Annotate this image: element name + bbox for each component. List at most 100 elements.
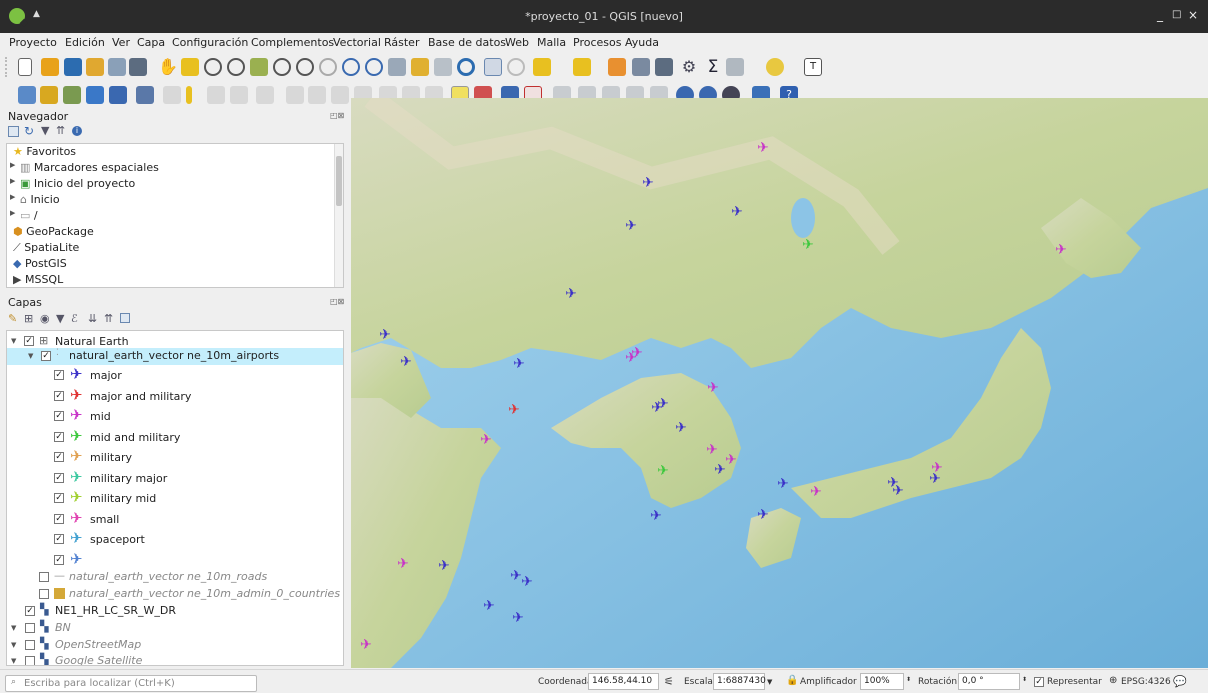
statistics-icon[interactable]: Σ [704,58,722,76]
collapse-arrow-icon[interactable]: ▼ [11,337,16,345]
airport-marker-icon[interactable]: ✈ [757,508,769,522]
dock-float-close-icon[interactable]: ◰⊠ [330,111,344,120]
airport-marker-icon[interactable]: ✈ [714,463,726,477]
category-checkbox[interactable]: ✓ [54,411,64,421]
legend-category[interactable]: ✓ ✈ major [7,366,343,385]
info-icon[interactable]: i [72,126,82,136]
lock-icon[interactable]: 🔒 [786,675,798,686]
airport-marker-icon[interactable]: ✈ [810,485,822,499]
zoom-last-icon[interactable] [342,58,360,76]
save-edits-icon[interactable] [207,86,225,104]
airport-marker-icon[interactable]: ✈ [731,205,743,219]
select-by-value-icon[interactable] [573,58,591,76]
visibility-icon[interactable]: ◉ [40,312,50,325]
legend-category[interactable]: ✓ ✈ spaceport [7,530,343,549]
messages-icon[interactable]: 💬 [1173,675,1187,688]
zoom-native-icon[interactable] [319,58,337,76]
save-project-icon[interactable] [64,58,82,76]
menu-configuracion[interactable]: Configuración [172,36,248,49]
layer-google-satellite[interactable]: ▼ ▚ Google Satellite [7,653,343,665]
scale-dropdown-icon[interactable]: ▼ [767,678,772,686]
globe-crs-icon[interactable]: ⊕ [1109,675,1117,686]
menu-raster[interactable]: Ráster [384,36,419,49]
text-annotation-icon[interactable]: T [804,58,822,76]
add-group-icon[interactable]: ⊞ [24,312,33,325]
category-checkbox[interactable]: ✓ [54,370,64,380]
refresh-icon[interactable] [457,58,475,76]
layer-bn[interactable]: ▼ ▚ BN [7,620,343,636]
airport-marker-icon[interactable]: ✈ [1055,243,1067,257]
edit-pencil-icon[interactable] [163,86,181,104]
category-checkbox[interactable]: ✓ [54,472,64,483]
style-manager-icon[interactable] [129,58,147,76]
airport-marker-icon[interactable]: ✈ [400,355,412,369]
menu-base-de-datos[interactable]: Base de datos [428,36,506,49]
menu-vectorial[interactable]: Vectorial [333,36,381,49]
zoom-to-layer-icon[interactable] [296,58,314,76]
menu-malla[interactable]: Malla [537,36,566,49]
airport-marker-icon[interactable]: ✈ [565,287,577,301]
category-checkbox[interactable]: ✓ [54,431,64,442]
refresh-icon[interactable]: ↻ [24,124,34,138]
collapse-all-icon[interactable]: ⇈ [56,124,65,137]
airport-marker-icon[interactable]: ✈ [657,397,669,411]
airport-marker-icon[interactable]: ✈ [725,453,737,467]
category-checkbox[interactable]: ✓ [54,513,64,524]
zoom-in-icon[interactable] [204,58,222,76]
menu-edicion[interactable]: Edición [65,36,105,49]
layout-manager-icon[interactable] [108,58,126,76]
airport-marker-icon[interactable]: ✈ [521,575,533,589]
collapse-all-icon[interactable]: ⇈ [104,312,113,325]
browser-item-favoritos[interactable]: ★ Favoritos [13,145,76,161]
layer-checkbox[interactable] [25,623,35,633]
menu-proyecto[interactable]: Proyecto [9,36,57,49]
airport-marker-icon[interactable]: ✈ [510,569,522,583]
airport-marker-icon[interactable]: ✈ [480,433,492,447]
airport-marker-icon[interactable]: ✈ [707,381,719,395]
airport-marker-icon[interactable]: ✈ [483,599,495,613]
menu-ayuda[interactable]: Ayuda [625,36,659,49]
cut-features-icon[interactable] [331,86,349,104]
airport-marker-icon[interactable]: ✈ [438,559,450,573]
layer-checkbox[interactable] [25,640,35,650]
menu-procesos[interactable]: Procesos [573,36,621,49]
airport-marker-icon[interactable]: ✈ [379,328,391,342]
legend-category[interactable]: ✓ ✈ mid and military [7,428,343,447]
airport-marker-icon[interactable]: ✈ [757,141,769,155]
expand-arrow-icon[interactable]: ▶ [10,177,15,185]
airport-marker-icon[interactable]: ✈ [887,476,899,490]
layer-osm[interactable]: ▼ ▚ OpenStreetMap [7,637,343,653]
browser-item-spatialite[interactable]: ⟋ SpatiaLite [13,241,79,257]
expand-arrow-icon[interactable]: ▶ [10,193,15,201]
pan-icon[interactable]: ✋ [158,58,178,76]
layer-checkbox[interactable] [39,572,49,582]
legend-category[interactable]: ✓ ✈ military major [7,469,343,488]
airport-marker-icon[interactable]: ✈ [777,477,789,491]
collapse-arrow-icon[interactable]: ▼ [28,352,33,360]
style-panel-icon[interactable]: ✎ [8,312,17,325]
browser-item-inicio[interactable]: ▶ ⌂ Inicio [10,193,60,209]
select-features-icon[interactable] [533,58,551,76]
browser-item-mssql[interactable]: ▶ MSSQL [13,273,63,287]
toggle-extents-icon[interactable]: ⚟ [664,675,674,688]
data-source-manager-icon[interactable] [18,86,36,104]
layer-checkbox[interactable]: ✓ [24,336,34,346]
crs-button[interactable]: EPSG:4326 [1121,677,1171,687]
legend-category[interactable]: ✓ ✈ military mid [7,489,343,508]
layer-airports[interactable]: ▼ ✓ ⁚ natural_earth_vector ne_10m_airpor… [7,348,343,365]
maximize-button[interactable]: □ [1172,9,1181,20]
add-selected-icon[interactable] [8,126,19,137]
magnifier-field[interactable]: 100% [860,673,904,690]
airport-marker-icon[interactable]: ✈ [706,443,718,457]
collapse-arrow-icon[interactable]: ▼ [11,624,16,632]
add-wms-icon[interactable] [136,86,154,104]
rotation-field[interactable]: 0,0 ° [958,673,1020,690]
expand-arrow-icon[interactable]: ▶ [10,209,15,217]
category-checkbox[interactable]: ✓ [54,493,64,503]
browser-item-marcadores[interactable]: ▶ ▥ Marcadores espaciales [10,161,159,177]
zoom-next-icon[interactable] [365,58,383,76]
airport-marker-icon[interactable]: ✈ [675,421,687,435]
category-checkbox[interactable]: ✓ [54,534,64,544]
legend-category[interactable]: ✓ ✈ small [7,510,343,529]
modify-attributes-icon[interactable] [286,86,304,104]
